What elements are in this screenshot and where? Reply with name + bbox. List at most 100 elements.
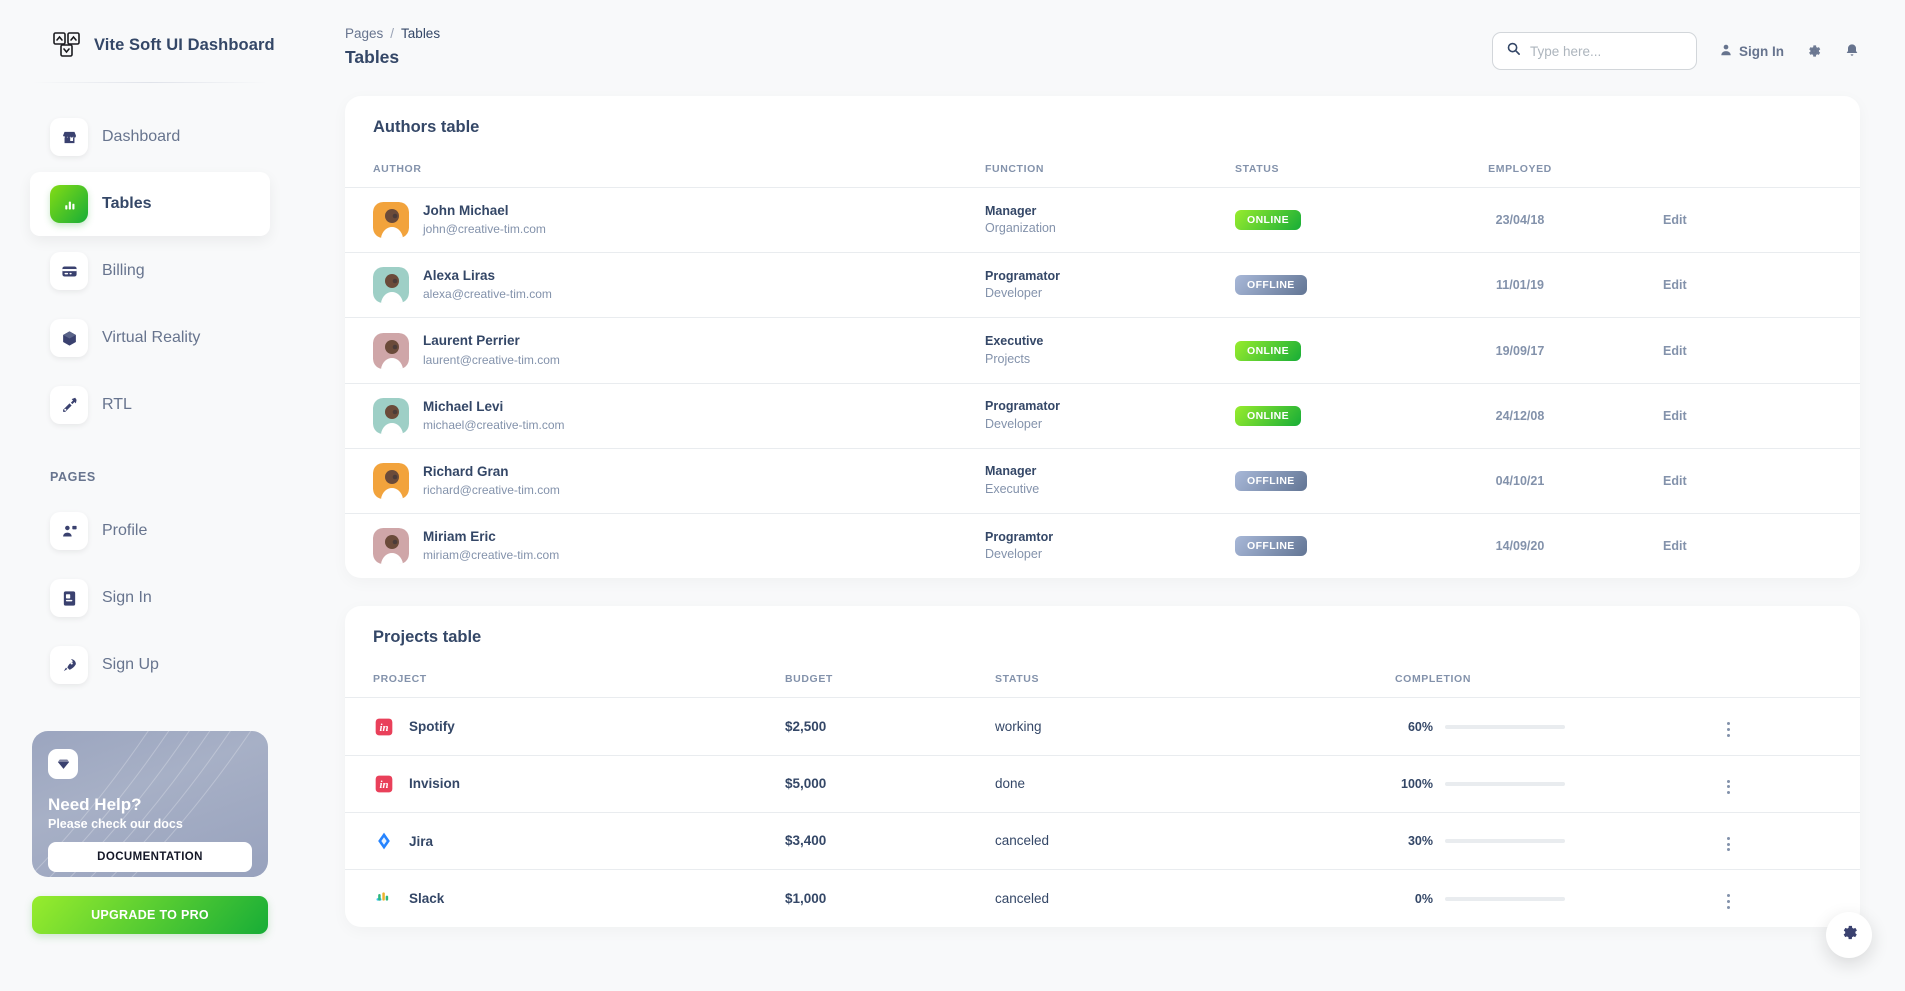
table-row: Richard Gran richard@creative-tim.com Mana… [345,448,1860,515]
avatar [373,462,409,499]
function-title: Programator [985,268,1061,283]
employed-date: 24/12/08 [1495,408,1545,423]
employed-cell: 23/04/18 [1435,187,1605,254]
project-name: Slack [409,891,445,907]
project-actions-cell [1695,755,1860,814]
edit-link[interactable]: Edit [1663,213,1687,227]
sidebar-divider [32,82,268,83]
gear-icon[interactable] [1806,43,1822,59]
function-title: Executive [985,334,1044,349]
author-name: Michael Levi [423,398,504,414]
projects-table-header: Projects table [345,606,1860,661]
completion-cell: 100% [1395,755,1695,814]
author-email: richard@creative-tim.com [423,483,560,498]
function-department: Executive [985,481,1040,496]
author-cell: Miriam Eric miriam@creative-tim.com [345,514,985,579]
brand-name: Vite Soft UI Dashboard [94,35,275,54]
gear-icon [1840,923,1859,947]
topbar-right: Sign In [1492,26,1860,70]
edit-link[interactable]: Edit [1663,344,1687,358]
status-badge: OFFLINE [1235,470,1307,491]
table-row: Jira $3,400 canceled 30% [345,812,1860,871]
more-options-icon[interactable] [1723,718,1734,741]
project-status: done [995,775,1026,791]
column-header-actions [1605,151,1860,188]
settings-fab-button[interactable] [1826,912,1872,958]
chart-bar-icon [50,185,88,223]
sidebar-item-label: Billing [102,262,145,279]
sidebar-item-sign-up[interactable]: Sign Up [30,633,270,697]
budget-cell: $1,000 [785,870,995,927]
project-status: canceled [995,890,1050,906]
progress-bar-track [1445,781,1565,786]
help-card-title: Need Help? [48,795,142,814]
sidebar-item-label: Dashboard [102,128,181,145]
help-card: Need Help? Please check our docs DOCUMEN… [32,731,268,877]
edit-link[interactable]: Edit [1663,539,1687,553]
column-header-function: FUNCTION [985,151,1235,188]
brand[interactable]: Vite Soft UI Dashboard [30,0,275,82]
employed-cell: 19/09/17 [1435,317,1605,384]
column-header-completion: COMPLETION [1395,661,1695,699]
sidebar-item-sign-in[interactable]: Sign In [30,566,270,630]
function-department: Developer [985,416,1042,431]
actions-cell: Edit [1605,514,1860,579]
status-cell: ONLINE [1235,187,1435,254]
documentation-button[interactable]: DOCUMENTATION [48,842,252,872]
project-cell: Jira [345,812,785,871]
breadcrumb-root[interactable]: Pages [345,26,383,41]
more-options-icon[interactable] [1723,890,1734,913]
sidebar-nav: Dashboard Tables Billing Virtual Reality [30,105,270,697]
completion-percent: 100% [1401,776,1433,791]
actions-cell: Edit [1605,448,1860,515]
edit-link[interactable]: Edit [1663,278,1687,292]
project-status: working [995,718,1042,734]
search-input[interactable] [1530,43,1683,59]
sidebar-item-rtl[interactable]: RTL [30,373,270,437]
avatar [373,397,409,434]
table-row: John Michael john@creative-tim.com Manager… [345,187,1860,254]
invision-icon: in [373,773,395,795]
author-name: John Michael [423,203,509,218]
sign-in-button[interactable]: Sign In [1719,43,1784,60]
sidebar-item-dashboard[interactable]: Dashboard [30,105,270,169]
search-box[interactable] [1492,32,1697,70]
column-header-author: AUTHOR [345,151,985,188]
table-header-row: PROJECT BUDGET STATUS COMPLETION [345,661,1860,699]
author-name: Miriam Eric [423,529,496,545]
table-row: Alexa Liras alexa@creative-tim.com Program… [345,252,1860,319]
main-content: Pages / Tables Tables Sign In [300,0,1905,991]
sidebar-item-label: Sign Up [102,656,159,673]
avatar [373,267,409,304]
more-options-icon[interactable] [1723,833,1734,856]
edit-link[interactable]: Edit [1663,409,1687,423]
column-header-actions [1695,661,1860,699]
employed-date: 04/10/21 [1495,473,1545,488]
actions-cell: Edit [1605,383,1860,449]
actions-cell: Edit [1605,187,1860,254]
sidebar-item-virtual-reality[interactable]: Virtual Reality [30,306,270,370]
authors-table-card: Authors table AUTHOR FUNCTION STATUS EMP… [345,96,1860,579]
upgrade-to-pro-button[interactable]: UPGRADE TO PRO [32,896,268,934]
author-email: john@creative-tim.com [423,222,546,237]
bell-icon[interactable] [1844,43,1860,59]
project-actions-cell [1695,812,1860,871]
help-card-subtitle: Please check our docs [48,817,183,831]
sidebar-item-profile[interactable]: Profile [30,499,270,563]
completion-cell: 0% [1395,870,1695,927]
project-cell: in Spotify [345,697,785,756]
project-status-cell: canceled [995,870,1395,927]
author-name: Alexa Liras [423,268,496,284]
edit-link[interactable]: Edit [1663,474,1687,488]
function-cell: Programtor Developer [985,514,1235,579]
project-name: Jira [409,833,434,849]
function-department: Organization [985,221,1056,236]
table-row: Slack $1,000 canceled 0% [345,870,1860,927]
author-email: laurent@creative-tim.com [423,352,560,367]
budget-value: $3,400 [785,833,827,849]
author-email: michael@creative-tim.com [423,417,565,432]
more-options-icon[interactable] [1723,776,1734,799]
sidebar-item-tables[interactable]: Tables [30,172,270,236]
sidebar-item-billing[interactable]: Billing [30,239,270,303]
document-sign-in-icon [50,579,88,617]
